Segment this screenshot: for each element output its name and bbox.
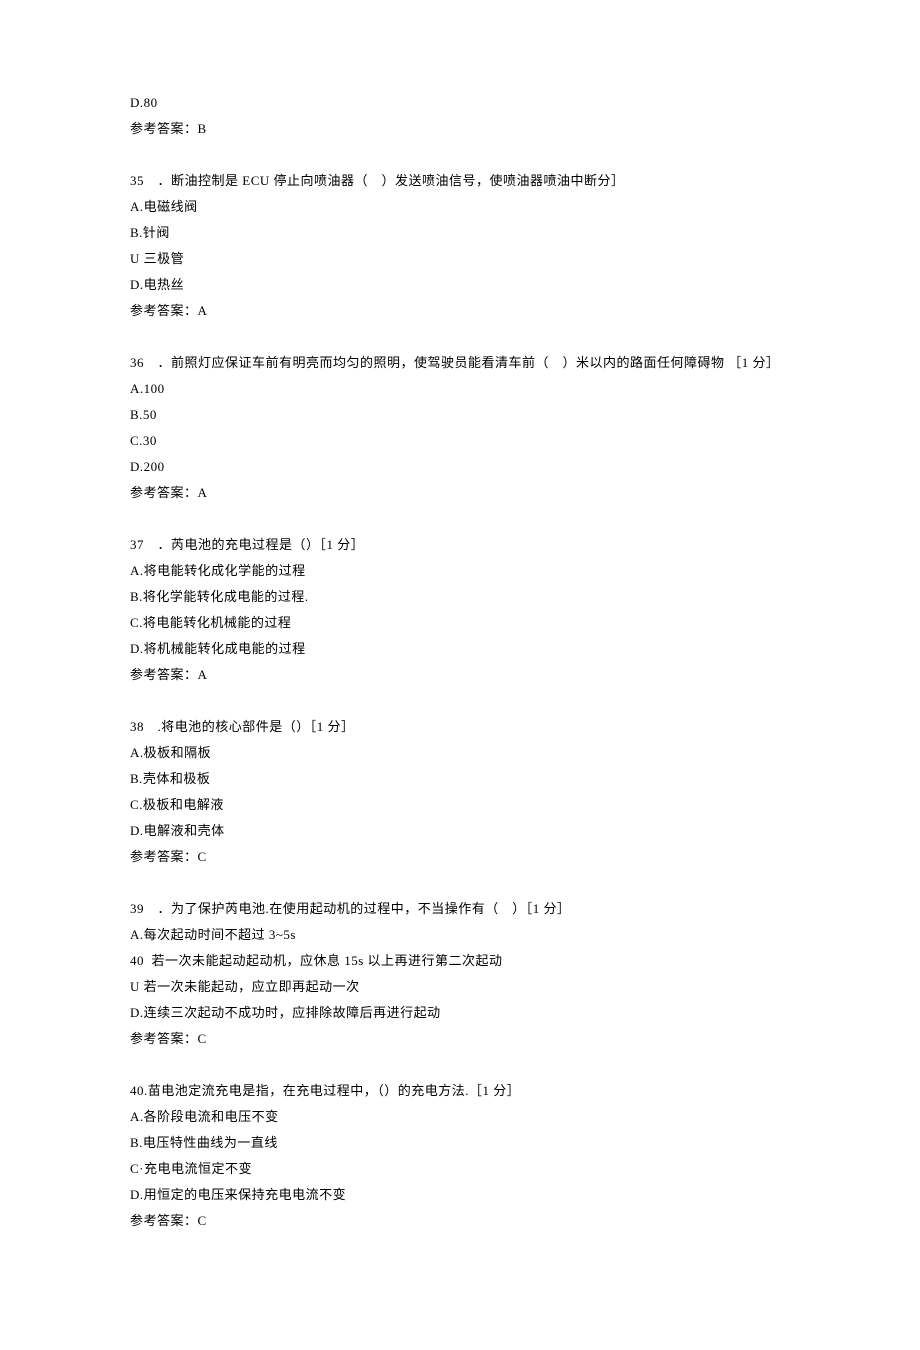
answer-line: 参考答案：C	[130, 844, 810, 870]
question-text: .将电池的核心部件是（）［1 分］	[158, 719, 355, 734]
option-a: A.电磁线阀	[130, 194, 810, 220]
question-stem: 36 ．前照灯应保证车前有明亮而均匀的照明，使驾驶员能看清车前（ ）米以内的路面…	[130, 350, 810, 376]
option-a: A.各阶段电流和电压不变	[130, 1104, 810, 1130]
option-c: C·充电电流恒定不变	[130, 1156, 810, 1182]
answer-line: 参考答案：A	[130, 480, 810, 506]
question-text: ．芮电池的充电过程是（）［1 分］	[158, 537, 365, 552]
question-stem: 39 ．为了保护芮电池.在使用起动机的过程中，不当操作有（ ）［1 分］	[130, 896, 810, 922]
question-35: 35 ．断油控制是 ECU 停止向喷油器（ ）发送喷油信号，使喷油器喷油中断分］…	[130, 168, 810, 324]
question-stem: 37 ．芮电池的充电过程是（）［1 分］	[130, 532, 810, 558]
option-d: D.用恒定的电压来保持充电电流不变	[130, 1182, 810, 1208]
question-stem: 40.苗电池定流充电是指，在充电过程中，（）的充电方法.［1 分］	[130, 1078, 810, 1104]
question-number: 38	[130, 719, 144, 734]
option-c: C.30	[130, 428, 810, 454]
option-a: A.100	[130, 376, 810, 402]
prelude-block: D.80 参考答案：B	[130, 90, 810, 142]
question-39: 39 ．为了保护芮电池.在使用起动机的过程中，不当操作有（ ）［1 分］ A.每…	[130, 896, 810, 1052]
option-c: C.极板和电解液	[130, 792, 810, 818]
option-d: D.连续三次起动不成功时，应排除故障后再进行起动	[130, 1000, 810, 1026]
answer-line: 参考答案：C	[130, 1026, 810, 1052]
option-b: B.壳体和极板	[130, 766, 810, 792]
option-d: D.将机械能转化成电能的过程	[130, 636, 810, 662]
question-number: 35	[130, 173, 144, 188]
answer-line: 参考答案：A	[130, 662, 810, 688]
option-b: 40 若一次未能起动起动机，应休息 15s 以上再进行第二次起动	[130, 948, 810, 974]
question-text: ．前照灯应保证车前有明亮而均匀的照明，使驾驶员能看清车前（ ）米以内的路面任何障…	[158, 355, 780, 370]
question-number: 37	[130, 537, 144, 552]
option-b: B.将化学能转化成电能的过程.	[130, 584, 810, 610]
option-b: B.针阀	[130, 220, 810, 246]
option-c: U 若一次未能起动，应立即再起动一次	[130, 974, 810, 1000]
option-b: B.50	[130, 402, 810, 428]
question-stem: 38 .将电池的核心部件是（）［1 分］	[130, 714, 810, 740]
option-d: D.电解液和壳体	[130, 818, 810, 844]
question-number: 36	[130, 355, 144, 370]
option-b: B.电压特性曲线为一直线	[130, 1130, 810, 1156]
option-d: D.电热丝	[130, 272, 810, 298]
prelude-line: D.80	[130, 90, 810, 116]
option-c: U 三极管	[130, 246, 810, 272]
answer-line: 参考答案：C	[130, 1208, 810, 1234]
question-37: 37 ．芮电池的充电过程是（）［1 分］ A.将电能转化成化学能的过程 B.将化…	[130, 532, 810, 688]
answer-line: 参考答案：A	[130, 298, 810, 324]
option-d: D.200	[130, 454, 810, 480]
question-40: 40.苗电池定流充电是指，在充电过程中，（）的充电方法.［1 分］ A.各阶段电…	[130, 1078, 810, 1234]
question-number: 39	[130, 901, 144, 916]
prelude-answer: 参考答案：B	[130, 116, 810, 142]
question-38: 38 .将电池的核心部件是（）［1 分］ A.极板和隔板 B.壳体和极板 C.极…	[130, 714, 810, 870]
option-a: A.每次起动时间不超过 3~5s	[130, 922, 810, 948]
question-stem: 35 ．断油控制是 ECU 停止向喷油器（ ）发送喷油信号，使喷油器喷油中断分］	[130, 168, 810, 194]
option-c: C.将电能转化机械能的过程	[130, 610, 810, 636]
question-text: ．为了保护芮电池.在使用起动机的过程中，不当操作有（ ）［1 分］	[158, 901, 571, 916]
option-a: A.极板和隔板	[130, 740, 810, 766]
question-36: 36 ．前照灯应保证车前有明亮而均匀的照明，使驾驶员能看清车前（ ）米以内的路面…	[130, 350, 810, 506]
option-a: A.将电能转化成化学能的过程	[130, 558, 810, 584]
question-text: ．断油控制是 ECU 停止向喷油器（ ）发送喷油信号，使喷油器喷油中断分］	[158, 173, 625, 188]
